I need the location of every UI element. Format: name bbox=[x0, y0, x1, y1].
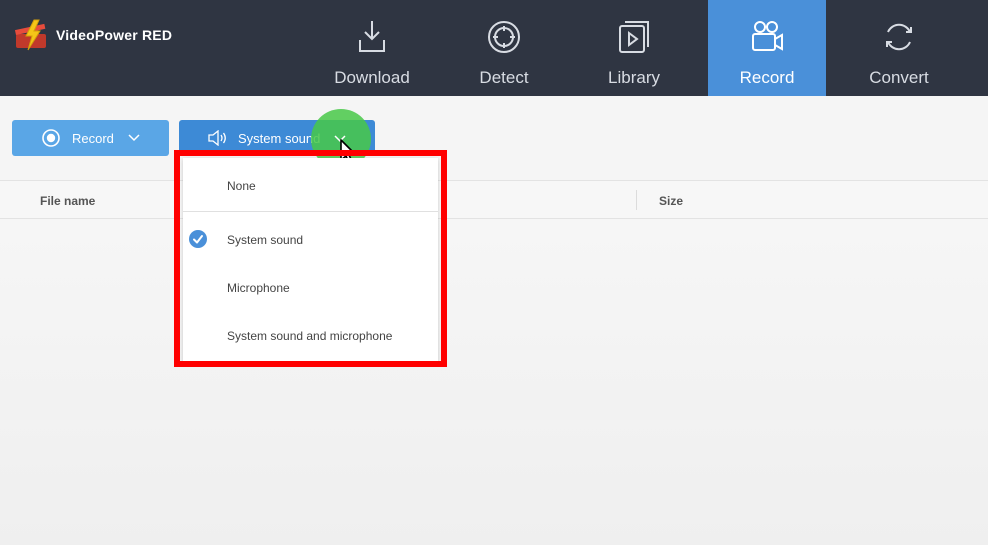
convert-cycle-icon bbox=[886, 23, 912, 51]
menu-option-microphone[interactable]: Microphone bbox=[183, 267, 438, 307]
menu-option-system-sound-and-microphone[interactable]: System sound and microphone bbox=[183, 315, 438, 355]
tab-download[interactable]: Download bbox=[313, 0, 431, 96]
download-icon bbox=[359, 21, 385, 52]
video-camera-icon bbox=[752, 21, 783, 51]
file-table-header: File name Size bbox=[0, 180, 988, 219]
menu-option-system-sound[interactable]: System sound bbox=[183, 219, 438, 259]
record-dot-icon bbox=[42, 129, 60, 147]
app-logo-icon bbox=[14, 19, 46, 51]
tab-library[interactable]: Library bbox=[575, 0, 693, 96]
brand: VideoPower RED bbox=[14, 18, 172, 52]
top-bar: VideoPower RED Download Detect Library R… bbox=[0, 0, 988, 96]
target-icon bbox=[488, 21, 520, 53]
checkmark-icon bbox=[189, 230, 207, 248]
app-name: VideoPower RED bbox=[56, 27, 173, 43]
library-play-icon bbox=[619, 21, 649, 53]
menu-option-none[interactable]: None bbox=[183, 165, 438, 205]
tab-download-label: Download bbox=[334, 68, 410, 87]
tab-detect[interactable]: Detect bbox=[445, 0, 563, 96]
file-list-area bbox=[0, 219, 988, 545]
tab-convert-label: Convert bbox=[869, 68, 929, 87]
tab-record[interactable]: Record bbox=[708, 0, 826, 96]
sound-source-menu: None System sound Microphone System soun… bbox=[183, 158, 438, 362]
chevron-down-icon bbox=[128, 134, 140, 142]
tab-detect-label: Detect bbox=[479, 68, 529, 87]
menu-option-label: None bbox=[227, 179, 256, 193]
sound-source-label: System sound bbox=[238, 130, 321, 146]
tab-convert[interactable]: Convert bbox=[840, 0, 958, 96]
menu-option-label: System sound and microphone bbox=[227, 329, 393, 343]
menu-divider bbox=[183, 211, 438, 212]
column-size[interactable]: Size bbox=[659, 194, 683, 208]
record-button[interactable]: Record bbox=[12, 120, 169, 156]
speaker-icon bbox=[208, 130, 226, 146]
menu-option-label: Microphone bbox=[227, 281, 290, 295]
column-file-name[interactable]: File name bbox=[40, 194, 95, 208]
tab-library-label: Library bbox=[608, 68, 660, 87]
record-button-label: Record bbox=[72, 130, 114, 146]
tab-record-label: Record bbox=[739, 68, 795, 87]
menu-option-label: System sound bbox=[227, 233, 304, 247]
column-divider bbox=[636, 190, 637, 210]
